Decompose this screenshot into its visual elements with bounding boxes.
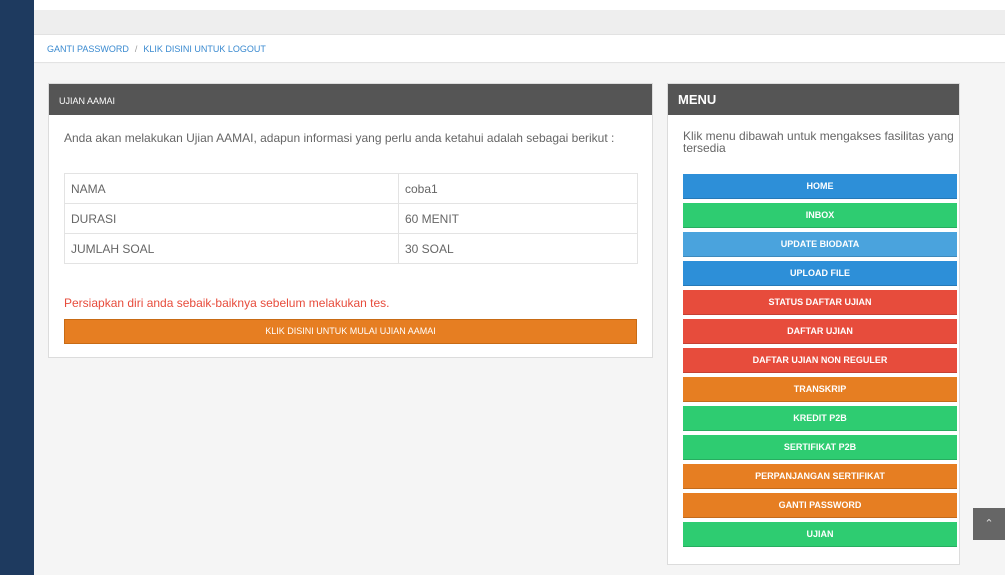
- menu-panel: MENU Klik menu dibawah untuk mengakses f…: [667, 83, 960, 565]
- menu-transcript-button[interactable]: TRANSKRIP: [683, 377, 957, 402]
- info-value-duration: 60 MENIT: [398, 203, 638, 234]
- info-label-duration: DURASI: [64, 203, 399, 234]
- page: GANTI PASSWORD / KLIK DISINI UNTUK LOGOUT …: [34, 0, 1005, 575]
- breadcrumb: GANTI PASSWORD / KLIK DISINI UNTUK LOGOUT: [34, 35, 1005, 63]
- menu-panel-title: MENU: [668, 84, 959, 115]
- table-row: JUMLAH SOAL 30 SOAL: [64, 233, 638, 264]
- menu-nonregular-exam-registration-button[interactable]: DAFTAR UJIAN NON REGULER: [683, 348, 957, 373]
- start-exam-button[interactable]: KLIK DISINI UNTUK MULAI UJIAN AAMAI: [64, 319, 637, 344]
- menu-change-password-button[interactable]: GANTI PASSWORD: [683, 493, 957, 518]
- menu-intro-text: Klik menu dibawah untuk mengakses fasili…: [683, 129, 954, 155]
- chevron-up-icon: ⌃: [984, 518, 994, 530]
- menu-upload-file-button[interactable]: UPLOAD FILE: [683, 261, 957, 286]
- table-row: DURASI 60 MENIT: [64, 203, 638, 234]
- info-label-question-count: JUMLAH SOAL: [64, 233, 399, 264]
- menu-p2b-credit-button[interactable]: KREDIT P2B: [683, 406, 957, 431]
- table-row: NAMA coba1: [64, 173, 638, 204]
- menu-list: HOME INBOX UPDATE BIODATA UPLOAD FILE ST…: [683, 174, 958, 551]
- menu-home-button[interactable]: HOME: [683, 174, 957, 199]
- exam-warning-text: Persiapkan diri anda sebaik-baiknya sebe…: [64, 296, 390, 310]
- change-password-link[interactable]: GANTI PASSWORD: [47, 44, 129, 54]
- menu-exam-registration-button[interactable]: DAFTAR UJIAN: [683, 319, 957, 344]
- scroll-to-top-button[interactable]: ⌃: [973, 508, 1005, 540]
- info-value-name: coba1: [398, 173, 638, 204]
- exam-panel-title: UJIAN AAMAI: [49, 84, 652, 115]
- header-bar: [34, 10, 1005, 35]
- exam-intro-text: Anda akan melakukan Ujian AAMAI, adapun …: [64, 131, 615, 145]
- breadcrumb-separator: /: [134, 44, 138, 54]
- menu-exam-button[interactable]: UJIAN: [683, 522, 957, 547]
- info-value-question-count: 30 SOAL: [398, 233, 638, 264]
- menu-exam-registration-status-button[interactable]: STATUS DAFTAR UJIAN: [683, 290, 957, 315]
- sidebar-strip: [0, 0, 34, 575]
- menu-inbox-button[interactable]: INBOX: [683, 203, 957, 228]
- info-label-name: NAMA: [64, 173, 399, 204]
- menu-certificate-renewal-button[interactable]: PERPANJANGAN SERTIFIKAT: [683, 464, 957, 489]
- logout-link[interactable]: KLIK DISINI UNTUK LOGOUT: [143, 44, 266, 54]
- menu-p2b-certificate-button[interactable]: SERTIFIKAT P2B: [683, 435, 957, 460]
- top-bar: [34, 0, 1005, 10]
- exam-panel: UJIAN AAMAI Anda akan melakukan Ujian AA…: [48, 83, 653, 358]
- menu-update-biodata-button[interactable]: UPDATE BIODATA: [683, 232, 957, 257]
- exam-info-table: NAMA coba1 DURASI 60 MENIT JUMLAH SOAL 3…: [64, 173, 638, 264]
